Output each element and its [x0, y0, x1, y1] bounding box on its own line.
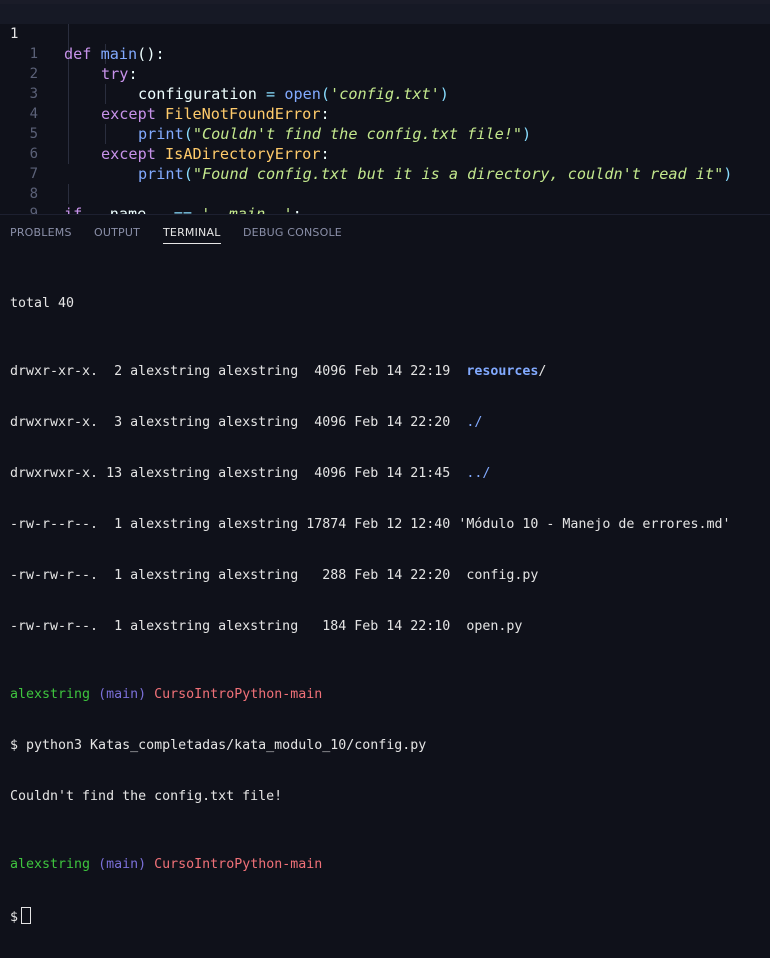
prompt-project: CursoIntroPython-main [154, 857, 323, 872]
panel-tabs: PROBLEMS OUTPUT TERMINAL DEBUG CONSOLE [0, 215, 770, 249]
listing-row: -rw-rw-r--. 1 alexstring alexstring 184 … [10, 618, 770, 635]
prompt-line: alexstring (main) CursoIntroPython-main [10, 686, 770, 703]
prompt-branch: (main) [98, 857, 147, 872]
code-line[interactable]: 8 if __name__ == '__main__': [0, 164, 770, 214]
listing-row: -rw-r--r--. 1 alexstring alexstring 1787… [10, 516, 770, 533]
prompt-project: CursoIntroPython-main [154, 687, 323, 702]
directory-name: ../ [466, 466, 491, 481]
tab-terminal[interactable]: TERMINAL [163, 226, 221, 244]
prompt-line: alexstring (main) CursoIntroPython-main [10, 856, 770, 873]
punctuation: : [292, 205, 302, 214]
file-meta: drwxr-xr-x. 2 alexstring alexstring 4096… [10, 364, 467, 379]
line-number: 9 [29, 206, 38, 214]
terminal-cursor[interactable] [21, 907, 32, 924]
terminal-line: total 40 [10, 296, 75, 311]
file-meta: drwxrwxr-x. 13 alexstring alexstring 409… [10, 466, 467, 481]
prompt-user: alexstring [10, 687, 91, 702]
file-meta: -rw-r--r--. 1 alexstring alexstring 1787… [10, 517, 459, 532]
command-line: $ python3 Katas_completadas/kata_modulo_… [10, 738, 427, 753]
directory-name: resources [466, 364, 539, 379]
directory-name: ./ [466, 415, 483, 430]
file-meta: drwxrwxr-x. 3 alexstring alexstring 4096… [10, 415, 467, 430]
terminal-output[interactable]: total 40 drwxr-xr-x. 2 alexstring alexst… [10, 261, 770, 958]
code-line[interactable]: 1 try: [0, 24, 770, 83]
listing-row: -rw-rw-r--. 1 alexstring alexstring 288 … [10, 567, 770, 584]
prompt-symbol: $ [10, 910, 19, 925]
code-line[interactable]: 7 [0, 144, 770, 182]
prompt-branch: (main) [98, 687, 147, 702]
code-editor[interactable]: 1 def main(): 1 try: 2 configuration = o… [0, 0, 770, 214]
file-meta: -rw-rw-r--. 1 alexstring alexstring 288 … [10, 568, 467, 583]
file-name: config.py [466, 568, 539, 583]
code-line[interactable]: 1 def main(): [0, 4, 770, 63]
code-line[interactable]: 5 except IsADirectoryError: [0, 104, 770, 163]
tab-problems[interactable]: PROBLEMS [10, 226, 72, 243]
prompt-user: alexstring [10, 857, 91, 872]
keyword-if: if [64, 205, 83, 214]
tab-output[interactable]: OUTPUT [94, 226, 140, 243]
file-meta: -rw-rw-r--. 1 alexstring alexstring 184 … [10, 619, 467, 634]
listing-row: drwxrwxr-x. 3 alexstring alexstring 4096… [10, 414, 770, 431]
tab-debug-console[interactable]: DEBUG CONSOLE [243, 226, 342, 243]
code-line[interactable]: 3 except FileNotFoundError: [0, 64, 770, 123]
bottom-panel: PROBLEMS OUTPUT TERMINAL DEBUG CONSOLE t… [0, 214, 770, 925]
operator: == [173, 205, 193, 214]
code-line[interactable]: 2 configuration = open('config.txt') [0, 44, 770, 103]
string-literal: '__main__' [201, 205, 293, 214]
file-name: open.py [466, 619, 523, 634]
listing-row: drwxrwxr-x. 13 alexstring alexstring 409… [10, 465, 770, 482]
dunder-name: __name__ [91, 205, 165, 214]
dir-suffix: / [538, 364, 547, 379]
listing-row: drwxr-xr-x. 2 alexstring alexstring 4096… [10, 363, 770, 380]
code-line[interactable]: 6 print("Found config.txt but it is a di… [0, 124, 770, 183]
code-line[interactable]: 9 main() [0, 184, 770, 214]
code-line[interactable]: 4 print("Couldn't find the config.txt fi… [0, 84, 770, 143]
input-line[interactable]: $ [10, 907, 770, 925]
command-output: Couldn't find the config.txt file! [10, 789, 283, 804]
file-name: 'Módulo 10 - Manejo de errores.md' [458, 517, 731, 532]
